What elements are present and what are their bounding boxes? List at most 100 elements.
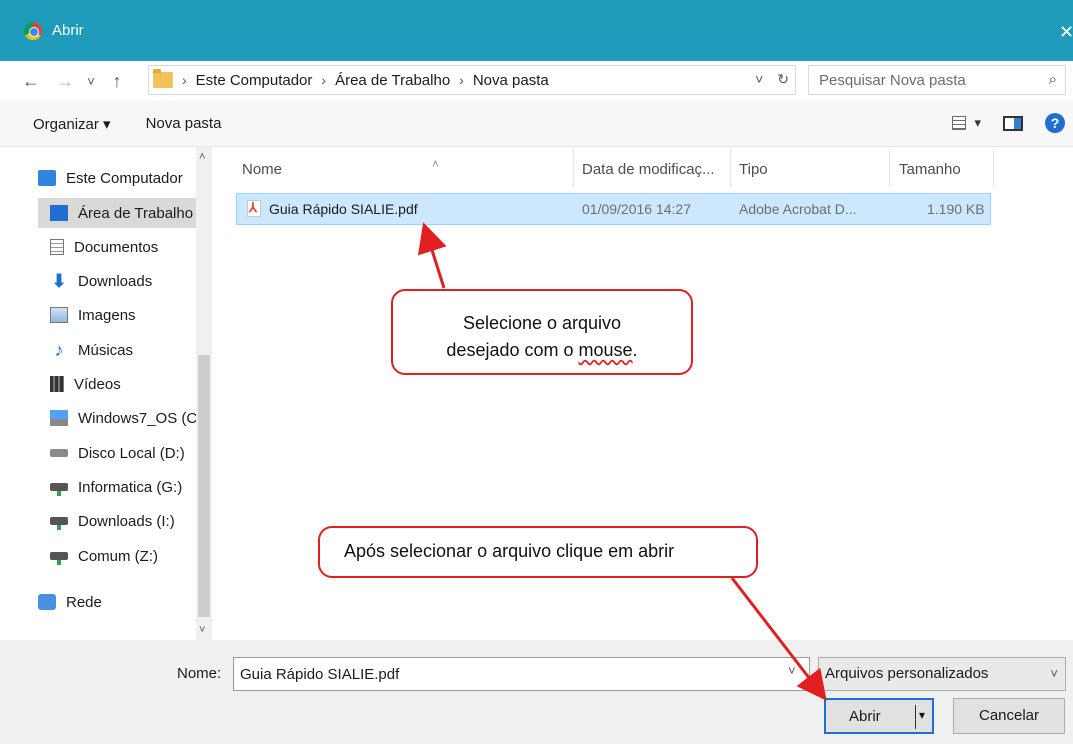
sidebar-item-music[interactable]: ♪ Músicas [50, 335, 200, 365]
sidebar-item-label: Downloads [78, 272, 153, 290]
sidebar-item-label: Disco Local (D:) [78, 444, 185, 462]
search-input[interactable]: Pesquisar Nova pasta ⌕ [808, 65, 1066, 95]
images-icon [50, 307, 68, 323]
column-divider[interactable] [889, 149, 890, 187]
back-arrow-icon[interactable]: ← [18, 71, 44, 92]
up-arrow-icon[interactable]: ↑ [104, 71, 130, 92]
sidebar-item-computer[interactable]: Este Computador [38, 163, 196, 193]
sidebar-item-network[interactable]: Rede [38, 587, 196, 617]
sidebar-item-downloads-drive[interactable]: Downloads (I:) [50, 506, 200, 536]
recent-locations-icon[interactable]: ˅ [78, 74, 104, 89]
sidebar-item-label: Documentos [74, 238, 159, 256]
column-header-modified[interactable]: Data de modificaç... [582, 161, 715, 178]
folder-icon [153, 69, 173, 88]
chevron-down-icon: ▾ [974, 115, 981, 130]
sidebar-scrollbar[interactable]: ˄ ˅ [196, 147, 212, 640]
instruction-callout-select: Selecione o arquivo desejado com o mouse… [391, 289, 693, 375]
command-toolbar: Organizar ▾ Nova pasta ▾ ? [0, 101, 1073, 147]
file-type: Adobe Acrobat D... [739, 201, 857, 217]
sidebar-item-label: Vídeos [74, 375, 121, 393]
sidebar-item-windows-drive[interactable]: Windows7_OS (C [50, 403, 200, 433]
desktop-icon [50, 205, 68, 221]
chevron-down-icon[interactable]: ˅ [788, 663, 796, 678]
sidebar-item-downloads[interactable]: ⬇ Downloads [50, 266, 200, 296]
pdf-icon [247, 200, 261, 217]
close-icon[interactable]: ✕ [1059, 22, 1073, 43]
organize-button[interactable]: Organizar ▾ [33, 115, 111, 133]
callout-text-line: desejado com o mouse. [393, 337, 691, 364]
documents-icon [50, 239, 64, 255]
open-button[interactable]: Abrir ▾ [824, 698, 934, 734]
chrome-icon [24, 21, 42, 40]
breadcrumb-item-new-folder[interactable]: Nova pasta [473, 72, 549, 89]
sort-ascending-icon: ˄ [432, 157, 440, 171]
breadcrumb-separator: › [182, 72, 187, 88]
column-header-size[interactable]: Tamanho [899, 161, 961, 178]
file-name-input[interactable] [233, 657, 810, 691]
address-bar: ← → ˅ ↑ › Este Computador › Área de Trab… [0, 61, 1073, 101]
window-title: Abrir [52, 22, 84, 39]
sidebar-item-label: Rede [66, 593, 102, 611]
downloads-icon: ⬇ [51, 271, 67, 291]
sidebar-item-comum[interactable]: Comum (Z:) [50, 541, 200, 571]
windows-drive-icon [50, 410, 68, 426]
help-icon[interactable]: ? [1045, 113, 1065, 133]
search-icon: ⌕ [1048, 71, 1057, 88]
file-type-select[interactable]: Arquivos personalizados ˅ [818, 657, 1066, 691]
videos-icon [50, 376, 64, 392]
breadcrumb-item-desktop[interactable]: Área de Trabalho [335, 72, 450, 89]
sidebar-item-documents[interactable]: Documentos [50, 232, 200, 262]
chevron-down-icon: ˅ [1050, 666, 1058, 681]
new-folder-button[interactable]: Nova pasta [146, 115, 222, 132]
column-header-type[interactable]: Tipo [739, 161, 768, 178]
search-placeholder: Pesquisar Nova pasta [819, 71, 966, 89]
sidebar-item-label: Área de Trabalho [78, 204, 194, 222]
cancel-button[interactable]: Cancelar [953, 698, 1065, 734]
disk-drive-icon [50, 449, 68, 457]
scroll-down-icon[interactable]: ˅ [199, 624, 205, 636]
instruction-callout-open: Após selecionar o arquivo clique em abri… [318, 526, 758, 578]
network-drive-icon [50, 483, 68, 496]
computer-icon [38, 170, 56, 186]
callout-text-underlined: mouse [578, 340, 633, 360]
file-size: 1.190 KB [927, 201, 985, 217]
file-modified: 01/09/2016 14:27 [582, 201, 691, 217]
address-dropdown-icon[interactable]: ˅ [755, 71, 763, 88]
scroll-up-icon[interactable]: ˄ [199, 151, 205, 163]
view-options-button[interactable]: ▾ [952, 115, 981, 131]
open-button-label: Abrir [849, 708, 881, 725]
column-divider[interactable] [730, 149, 731, 187]
sidebar-item-videos[interactable]: Vídeos [50, 369, 200, 399]
breadcrumb-item-computer[interactable]: Este Computador [196, 72, 313, 89]
sidebar-item-local-disk[interactable]: Disco Local (D:) [50, 438, 200, 468]
sidebar-item-desktop[interactable]: Área de Trabalho [38, 198, 196, 228]
dialog-footer: Nome: ˅ Arquivos personalizados ˅ Abrir … [0, 640, 1073, 744]
navigation-pane: Este Computador Área de Trabalho Documen… [0, 147, 212, 640]
preview-pane-icon[interactable] [1003, 115, 1023, 131]
callout-text: . [632, 340, 638, 360]
breadcrumb-separator: › [321, 72, 327, 88]
view-icon [952, 116, 967, 130]
forward-arrow-icon[interactable]: → [52, 71, 78, 92]
sidebar-item-informatica[interactable]: Informatica (G:) [50, 472, 200, 502]
column-divider[interactable] [993, 149, 994, 187]
network-icon [38, 594, 56, 610]
callout-text: desejado com o [446, 340, 579, 360]
sidebar-item-label: Comum (Z:) [78, 547, 158, 565]
column-header-name[interactable]: Nome ˄ [242, 157, 439, 178]
column-divider[interactable] [573, 149, 574, 187]
scrollbar-thumb[interactable] [198, 355, 210, 617]
callout-text: Após selecionar o arquivo clique em abri… [344, 541, 675, 561]
sidebar-item-label: Músicas [78, 341, 134, 359]
sidebar-item-label: Imagens [78, 306, 136, 324]
sidebar-item-label: Downloads (I:) [78, 512, 175, 530]
network-drive-icon [50, 517, 68, 530]
column-header-label: Nome [242, 161, 283, 178]
breadcrumb[interactable]: › Este Computador › Área de Trabalho › N… [148, 65, 796, 95]
sidebar-item-images[interactable]: Imagens [50, 300, 200, 330]
breadcrumb-separator: › [459, 72, 464, 88]
title-bar: Abrir ✕ [0, 0, 1073, 61]
refresh-icon[interactable]: ↻ [777, 71, 789, 88]
table-row[interactable]: Guia Rápido SIALIE.pdf 01/09/2016 14:27 … [236, 193, 991, 225]
open-options-dropdown-icon[interactable]: ▾ [919, 708, 925, 722]
